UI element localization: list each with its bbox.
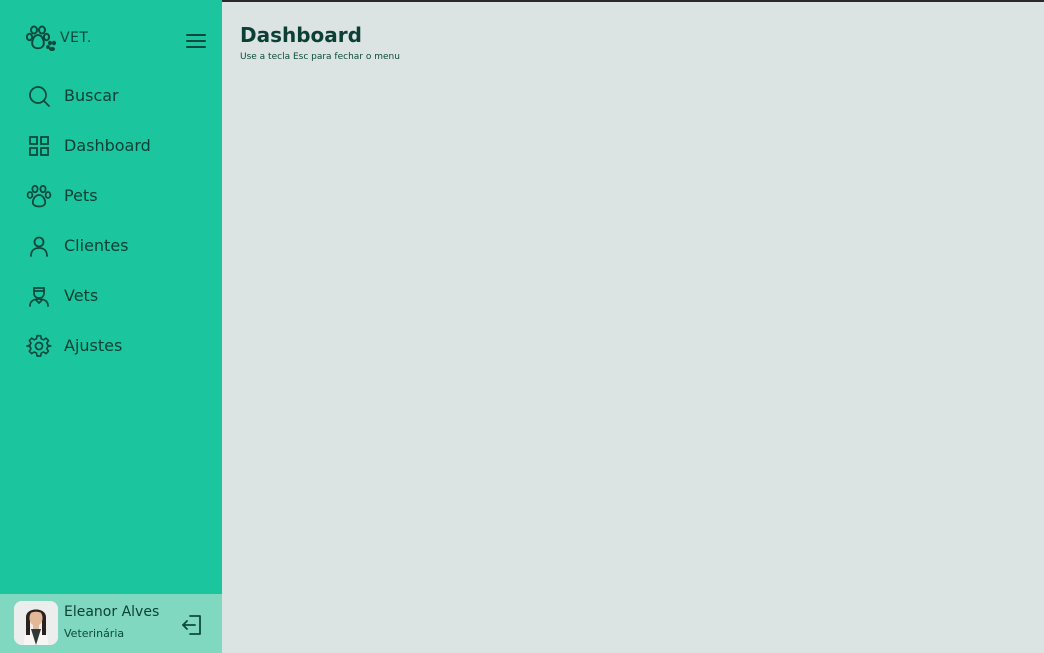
sidebar-item-pets[interactable]: Pets — [0, 172, 222, 218]
sidebar-item-ajustes[interactable]: Ajustes — [0, 322, 222, 368]
sidebar-item-buscar[interactable]: Buscar — [0, 72, 222, 118]
user-panel: Eleanor Alves Veterinária — [0, 594, 222, 653]
brand-text: VET. — [60, 30, 92, 46]
page-title: Dashboard — [240, 23, 362, 47]
grid-icon — [26, 133, 52, 159]
vet-icon — [26, 283, 52, 309]
sidebar: VET. Buscar Dashboard Pets Clientes Vets… — [0, 0, 222, 653]
search-icon — [26, 83, 52, 109]
sidebar-item-label: Clientes — [64, 235, 129, 255]
paw-icon — [26, 183, 52, 209]
avatar[interactable] — [14, 601, 58, 645]
gear-icon — [26, 333, 52, 359]
user-name: Eleanor Alves — [64, 604, 160, 620]
sidebar-item-label: Vets — [64, 285, 99, 305]
paw-icon — [26, 25, 56, 51]
sidebar-item-label: Pets — [64, 185, 98, 205]
sidebar-item-dashboard[interactable]: Dashboard — [0, 122, 222, 168]
brand-logo[interactable]: VET. — [26, 24, 92, 52]
user-icon — [26, 233, 52, 259]
sidebar-item-vets[interactable]: Vets — [0, 272, 222, 318]
logout-button[interactable] — [180, 613, 204, 637]
sidebar-item-label: Buscar — [64, 85, 119, 105]
sidebar-item-clientes[interactable]: Clientes — [0, 222, 222, 268]
sidebar-item-label: Ajustes — [64, 335, 123, 355]
user-role: Veterinária — [64, 627, 125, 640]
sidebar-item-label: Dashboard — [64, 135, 151, 155]
menu-toggle-button[interactable] — [184, 30, 208, 52]
page-subtitle: Use a tecla Esc para fechar o menu — [240, 52, 400, 62]
hamburger-icon — [184, 30, 208, 52]
logout-icon — [180, 615, 204, 641]
